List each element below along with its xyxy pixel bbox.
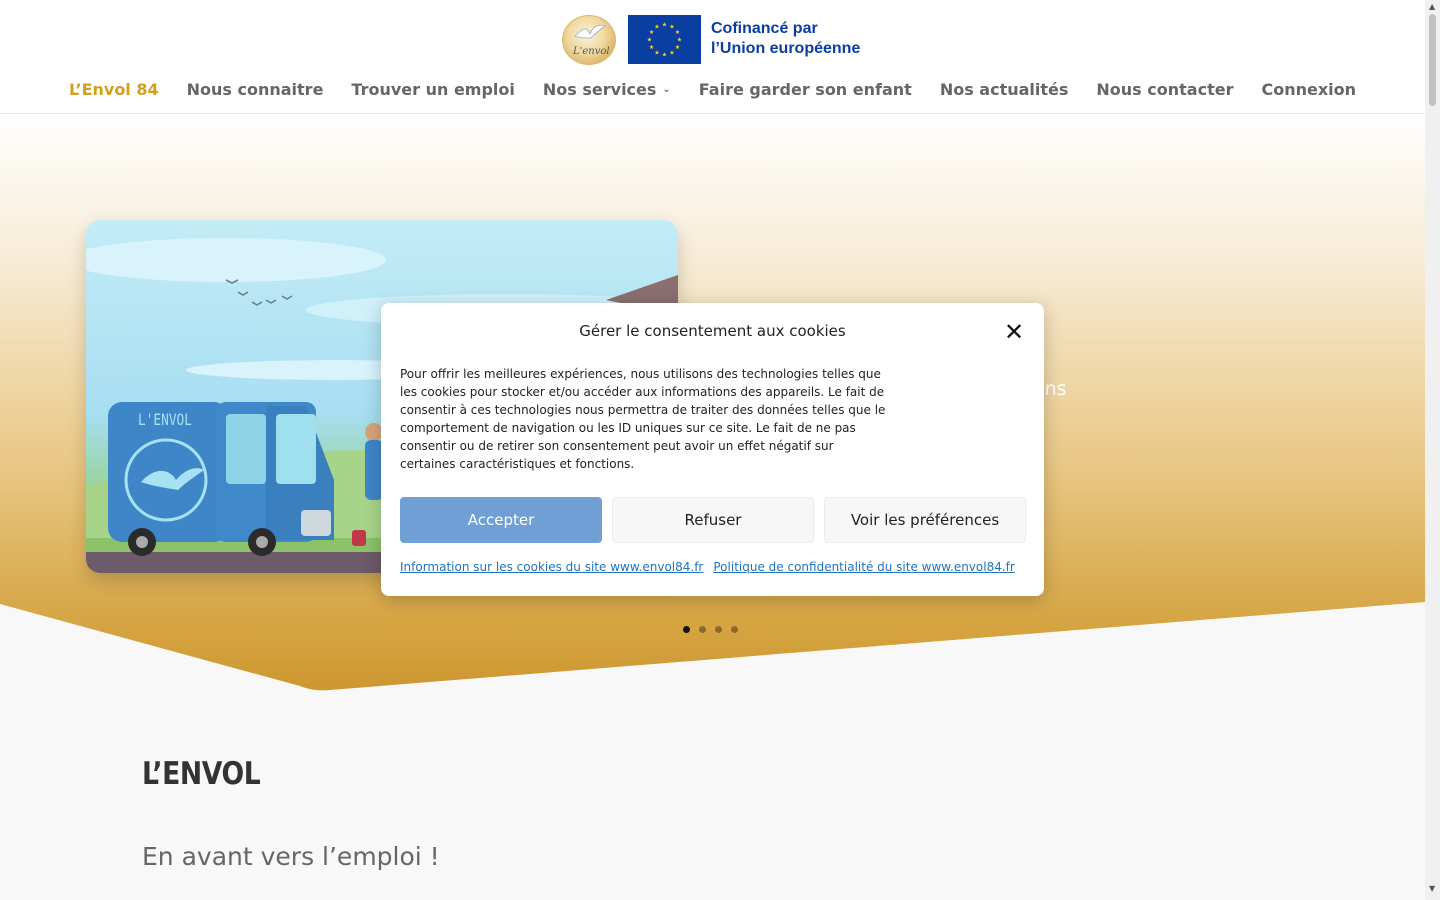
nav-label: Nos actualités [939,80,1069,99]
nav-item-nos-services[interactable]: Nos services ⌄ [543,80,671,99]
slider-dot-1[interactable] [683,626,690,633]
nav-item-envol84[interactable]: L’Envol 84 [69,80,159,99]
tagline: En avant vers l’emploi ! [142,842,440,871]
nav-item-actualites[interactable]: Nos actualités [940,80,1069,99]
preferences-button[interactable]: Voir les préférences [824,497,1026,543]
privacy-policy-link[interactable]: Politique de confidentialité du site www… [713,560,1014,574]
eu-star: ★ [647,37,652,44]
eu-star: ★ [675,29,680,36]
nav-label: Connexion [1261,80,1357,99]
eu-star: ★ [654,49,659,56]
chevron-down-icon: ⌄ [662,84,671,95]
birds-icon [225,279,293,306]
logo-text: L'envol [573,46,610,57]
nav-item-trouver-emploi[interactable]: Trouver un emploi [351,80,514,99]
slider-dot-2[interactable] [699,626,706,633]
nav-item-nous-connaitre[interactable]: Nous connaitre [187,80,324,99]
cookie-info-link[interactable]: Information sur les cookies du site www.… [400,560,703,574]
slider-dot-3[interactable] [715,626,722,633]
eu-flag-icon: ★ ★ ★ ★ ★ ★ ★ ★ ★ ★ ★ ★ [628,15,701,64]
eu-cofinance-text: Cofinancé par l’Union européenne [711,19,860,59]
brand-title: L’ENVOL [142,756,261,792]
scroll-down-icon[interactable]: ▼ [1429,884,1435,893]
site-header: L'envol ★ ★ ★ ★ ★ ★ ★ ★ ★ ★ ★ ★ Cofinancé par l’Uni… [0,0,1425,114]
nav-label: Trouver un emploi [351,80,515,99]
van-label: L'ENVOL [138,410,192,429]
nav-label: Nous connaitre [186,80,324,99]
cookie-title: Gérer le consentement aux cookies [579,322,846,340]
eu-star: ★ [662,52,667,59]
cookie-actions: Accepter Refuser Voir les préférences [400,497,1026,543]
nav-item-connexion[interactable]: Connexion [1261,80,1356,99]
scroll-thumb[interactable] [1429,14,1436,106]
slider-dots [683,626,738,633]
eu-star: ★ [662,22,667,29]
scroll-up-icon[interactable]: ▲ [1429,2,1435,11]
eu-text-line2: l’Union européenne [711,40,861,57]
nav-label: Nos services [542,80,657,99]
cookie-links: Information sur les cookies du site www.… [400,560,1015,574]
eu-star: ★ [649,44,654,51]
close-icon[interactable]: ✕ [1001,319,1027,345]
nav-label: Faire garder son enfant [698,80,912,99]
nav-item-contact[interactable]: Nous contacter [1096,80,1233,99]
nav-label: L’Envol 84 [68,80,159,99]
bird-icon [574,24,606,39]
eu-star: ★ [677,37,682,44]
main-nav: L’Envol 84 Nous connaitre Trouver un emp… [0,80,1425,99]
cookie-consent-dialog: Gérer le consentement aux cookies ✕ Pour… [381,303,1044,596]
nav-label: Nous contacter [1096,80,1234,99]
page-scrollbar[interactable]: ▲ ▼ [1425,0,1440,900]
eu-star: ★ [669,49,674,56]
eu-text-line1: Cofinancé par [711,20,818,37]
refuse-button[interactable]: Refuser [612,497,814,543]
nav-item-garder-enfant[interactable]: Faire garder son enfant [699,80,912,99]
accept-button[interactable]: Accepter [400,497,602,543]
envol-logo[interactable]: L'envol [562,15,616,65]
slider-dot-4[interactable] [731,626,738,633]
cookie-body-text: Pour offrir les meilleures expériences, … [400,367,886,471]
eu-star: ★ [654,24,659,31]
eu-star: ★ [675,44,680,51]
